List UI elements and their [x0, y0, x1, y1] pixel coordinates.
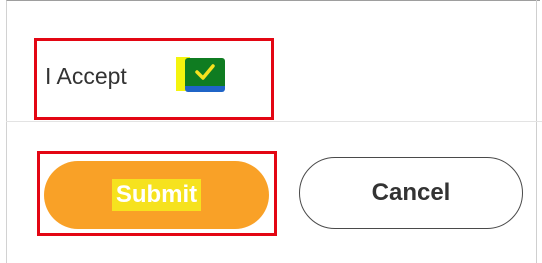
- accept-checkbox-wrap[interactable]: [176, 57, 226, 93]
- submit-label: Submit: [111, 179, 202, 211]
- submit-button[interactable]: Submit: [44, 161, 269, 229]
- section-divider: [6, 121, 542, 122]
- frame-right-edge: [536, 0, 537, 263]
- accept-checkbox[interactable]: [185, 58, 225, 92]
- accept-label: I Accept: [45, 63, 127, 89]
- cancel-button[interactable]: Cancel: [299, 157, 523, 229]
- checkmark-icon: [195, 64, 215, 80]
